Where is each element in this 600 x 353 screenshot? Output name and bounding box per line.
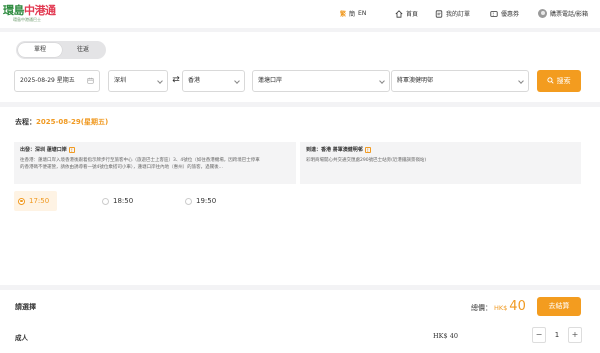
quantity-stepper: − 1 + bbox=[532, 327, 582, 343]
ticket-panel: 請選擇 總價： HK$ 40 去結算 成人 HK$ 40 − 1 + bbox=[0, 290, 600, 353]
search-button[interactable]: 搜索 bbox=[537, 70, 581, 92]
nav-login[interactable]: 購票電話/影箱 bbox=[538, 9, 588, 18]
top-header: 環島中港通 環島中港通巴士 繁 簡 EN 首頁 我的訂單 優惠券 購票電話/影箱 bbox=[0, 0, 600, 28]
time-option[interactable]: 19:50 bbox=[185, 191, 216, 211]
increment-button[interactable]: + bbox=[568, 327, 582, 343]
trip-type-toggle: 單程 往返 bbox=[16, 41, 106, 59]
home-icon bbox=[395, 9, 403, 18]
radio-icon bbox=[185, 197, 192, 205]
logo-text-green: 環島 bbox=[3, 4, 25, 17]
nav-orders[interactable]: 我的訂單 bbox=[435, 9, 470, 18]
language-switch: 繁 簡 EN bbox=[340, 9, 366, 18]
to-stop-value: 將軍澳健明邨 bbox=[397, 77, 434, 84]
chevron-down-icon bbox=[379, 78, 385, 84]
departure-info: 出發：深圳 蓮塘口岸 ! 往香港：蓮塘口岸入境香港後跟着指示牌步行至旅客中心（旅… bbox=[14, 142, 296, 184]
user-avatar-icon bbox=[538, 9, 547, 18]
total-currency: HK$ bbox=[494, 304, 508, 312]
chevron-down-icon bbox=[157, 78, 163, 84]
brand-logo[interactable]: 環島中港通 環島中港通巴士 bbox=[3, 2, 56, 24]
from-stop-select[interactable]: 蓮塘口岸 bbox=[252, 70, 390, 92]
nav-home[interactable]: 首頁 bbox=[395, 9, 418, 18]
decrement-button[interactable]: − bbox=[532, 327, 546, 343]
trip-one-way[interactable]: 單程 bbox=[18, 43, 62, 57]
calendar-icon bbox=[87, 71, 94, 93]
date-picker[interactable]: 2025-08-29 星期五 bbox=[14, 70, 100, 92]
nav-orders-label: 我的訂單 bbox=[446, 11, 471, 18]
departure-desc-2: 的香港碼不便運營，請依由誘導看一號4號位乘搭司小車），蓮塘口岸往內地（惠州）的旅… bbox=[20, 165, 223, 170]
radio-icon bbox=[102, 197, 109, 205]
logo-text: 環島中港通 bbox=[3, 2, 56, 18]
nav-coupons[interactable]: 優惠券 bbox=[490, 9, 519, 18]
nav-login-label: 購票電話/影箱 bbox=[550, 11, 589, 18]
arrival-title: 到達：香港 將軍澳健明邨 ! bbox=[306, 146, 575, 153]
passenger-type: 成人 bbox=[15, 334, 28, 342]
checkout-button[interactable]: 去結算 bbox=[537, 297, 581, 316]
time-label: 17:50 bbox=[29, 197, 50, 205]
outbound-date: 2025-08-29(星期五) bbox=[36, 118, 109, 126]
departure-title-text: 出發：深圳 蓮塘口岸 bbox=[20, 147, 67, 153]
lang-english[interactable]: EN bbox=[358, 10, 366, 17]
logo-text-red: 中港通 bbox=[24, 4, 56, 17]
nav-home-label: 首頁 bbox=[406, 11, 419, 18]
outbound-heading: 去程：2025-08-29(星期五) bbox=[15, 117, 108, 127]
arrival-title-text: 到達：香港 將軍澳健明邨 bbox=[306, 147, 363, 153]
to-stop-select[interactable]: 將軍澳健明邨 bbox=[391, 70, 529, 92]
search-button-label: 搜索 bbox=[556, 77, 571, 85]
time-option[interactable]: 17:50 bbox=[14, 191, 58, 211]
schedule-panel: 去程：2025-08-29(星期五) 出發：深圳 蓮塘口岸 ! 往香港：蓮塘口岸… bbox=[0, 107, 600, 285]
from-stop-value: 蓮塘口岸 bbox=[258, 77, 283, 84]
time-label: 19:50 bbox=[196, 197, 217, 205]
info-icon[interactable]: ! bbox=[364, 146, 371, 153]
time-label: 18:50 bbox=[113, 197, 134, 205]
choose-label: 請選擇 bbox=[15, 303, 36, 311]
departure-desc-1: 往香港：蓮塘口岸入境香港後跟着指示牌步行至旅客中心（旅遊巴士上客區）3、4號位（… bbox=[20, 158, 260, 163]
orders-icon bbox=[435, 9, 443, 18]
chevron-down-icon bbox=[234, 78, 240, 84]
logo-subtitle: 環島中港通巴士 bbox=[13, 17, 41, 22]
radio-selected-icon bbox=[18, 197, 25, 205]
search-panel: 單程 往返 2025-08-29 星期五 深圳 ⇄ 香港 蓮塘口岸 將軍澳健明邨… bbox=[0, 32, 600, 102]
lang-simplified[interactable]: 簡 bbox=[349, 9, 355, 18]
time-option[interactable]: 18:50 bbox=[102, 191, 133, 211]
date-value: 2025-08-29 bbox=[20, 77, 55, 84]
passenger-price: HK$ 40 bbox=[433, 332, 458, 340]
departure-title: 出發：深圳 蓮塘口岸 ! bbox=[20, 146, 290, 153]
lang-traditional[interactable]: 繁 bbox=[340, 9, 346, 18]
weekday-value: 星期五 bbox=[56, 77, 75, 84]
total-label: 總價： bbox=[471, 304, 492, 312]
total-price: 總價： HK$ 40 bbox=[471, 299, 526, 314]
arrival-info: 到達：香港 將軍澳健明邨 ! 彩明商場開心共交通交匯處290號巴士站旁(近港鐵調… bbox=[300, 142, 581, 184]
swap-icon[interactable]: ⇄ bbox=[171, 75, 181, 85]
search-icon bbox=[547, 77, 554, 84]
outbound-label: 去程： bbox=[15, 118, 36, 126]
from-city-select[interactable]: 深圳 bbox=[108, 70, 168, 92]
coupon-icon bbox=[490, 10, 498, 18]
nav-coupons-label: 優惠券 bbox=[501, 11, 520, 18]
total-amount: 40 bbox=[509, 299, 526, 314]
arrival-desc-1: 彩明商場開心共交通交匯處290號巴士站旁(近港鐵調景嶺站) bbox=[306, 158, 427, 163]
to-city-select[interactable]: 香港 bbox=[182, 70, 245, 92]
from-city-value: 深圳 bbox=[114, 77, 127, 84]
to-city-value: 香港 bbox=[188, 77, 201, 84]
chevron-down-icon bbox=[518, 78, 524, 84]
info-icon[interactable]: ! bbox=[68, 146, 75, 153]
quantity-value: 1 bbox=[554, 331, 560, 339]
trip-round-trip[interactable]: 往返 bbox=[61, 43, 105, 57]
